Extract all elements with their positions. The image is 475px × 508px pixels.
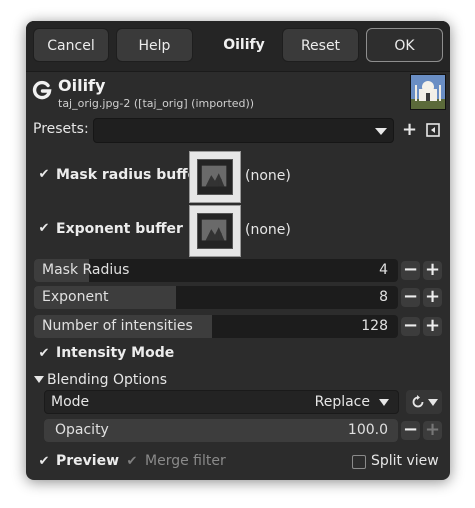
opacity-increase-button: + bbox=[423, 419, 442, 440]
mask-radius-buffer-value: (none) bbox=[245, 168, 291, 184]
exponent-buffer-checkbox[interactable]: ✔ bbox=[37, 222, 51, 236]
exponent-buffer-picker[interactable] bbox=[189, 205, 241, 257]
exponent-buffer-value: (none) bbox=[245, 222, 291, 238]
composite-mode-button[interactable] bbox=[406, 390, 442, 414]
preset-menu-icon[interactable] bbox=[426, 123, 440, 137]
slider-value[interactable]: 8 bbox=[379, 289, 388, 305]
merge-filter-label: Merge filter bbox=[145, 453, 226, 469]
slider-label: Mask Radius bbox=[42, 262, 130, 278]
ok-button[interactable]: OK bbox=[366, 28, 443, 62]
slider-value[interactable]: 128 bbox=[361, 318, 388, 334]
mode-value: Replace bbox=[314, 394, 370, 410]
split-view-checkbox[interactable] bbox=[352, 455, 366, 469]
image-placeholder-icon bbox=[197, 213, 233, 249]
intensity-mode-label: Intensity Mode bbox=[56, 345, 175, 361]
blending-options-expander[interactable]: Blending Options bbox=[47, 372, 167, 388]
image-thumbnail bbox=[410, 74, 446, 110]
mask-radius-buffer-checkbox[interactable]: ✔ bbox=[37, 168, 51, 182]
intensities-slider[interactable]: Number of intensities 128 bbox=[34, 315, 398, 338]
image-placeholder-icon bbox=[197, 159, 233, 195]
slider-label: Exponent bbox=[42, 289, 109, 305]
expander-arrow-icon[interactable] bbox=[34, 376, 44, 383]
intensity-mode-checkbox[interactable]: ✔ bbox=[37, 347, 51, 361]
mask-radius-decrease-button[interactable]: − bbox=[401, 261, 420, 280]
cancel-button[interactable]: Cancel bbox=[33, 28, 109, 62]
operation-title: Oilify bbox=[58, 76, 106, 95]
chevron-down-icon bbox=[379, 399, 389, 406]
mask-radius-slider[interactable]: Mask Radius 4 bbox=[34, 259, 398, 282]
exponent-buffer-label: Exponent buffer bbox=[56, 221, 183, 237]
split-view-label: Split view bbox=[371, 453, 439, 469]
exponent-increase-button[interactable]: + bbox=[423, 288, 442, 307]
presets-label: Presets: bbox=[33, 121, 89, 137]
intensities-increase-button[interactable]: + bbox=[423, 317, 442, 336]
opacity-decrease-button[interactable]: − bbox=[401, 421, 420, 440]
help-button[interactable]: Help bbox=[116, 28, 193, 62]
mask-radius-increase-button[interactable]: + bbox=[423, 261, 442, 280]
dialog-title: Oilify bbox=[223, 37, 265, 53]
header-bar: Cancel Help Oilify Reset OK bbox=[26, 21, 450, 72]
chevron-down-icon bbox=[375, 128, 387, 135]
opacity-slider[interactable]: Opacity 100.0 bbox=[44, 419, 398, 442]
preview-checkbox[interactable]: ✔ bbox=[37, 455, 51, 469]
chevron-down-icon bbox=[428, 399, 438, 406]
presets-combo[interactable] bbox=[93, 118, 394, 143]
operation-source: taj_orig.jpg-2 ([taj_orig] (imported)) bbox=[58, 97, 255, 110]
oilify-dialog: Cancel Help Oilify Reset OK Oilify taj_o… bbox=[26, 21, 450, 480]
merge-filter-checkbox: ✔ bbox=[126, 454, 138, 469]
slider-label: Opacity bbox=[55, 422, 109, 438]
exponent-slider[interactable]: Exponent 8 bbox=[34, 286, 398, 309]
slider-value[interactable]: 100.0 bbox=[348, 422, 388, 438]
gegl-icon bbox=[32, 80, 52, 100]
mode-combo[interactable]: Mode Replace bbox=[44, 390, 399, 414]
intensities-decrease-button[interactable]: − bbox=[401, 317, 420, 336]
mask-radius-buffer-picker[interactable] bbox=[189, 151, 241, 203]
slider-value[interactable]: 4 bbox=[379, 262, 388, 278]
mask-radius-buffer-label: Mask radius buffer bbox=[56, 167, 204, 183]
swap-icon bbox=[412, 395, 424, 408]
preview-label: Preview bbox=[56, 453, 120, 469]
add-preset-icon[interactable]: + bbox=[402, 121, 417, 139]
exponent-decrease-button[interactable]: − bbox=[401, 288, 420, 307]
reset-button[interactable]: Reset bbox=[282, 28, 359, 62]
mode-label: Mode bbox=[51, 394, 90, 410]
slider-label: Number of intensities bbox=[42, 318, 193, 334]
